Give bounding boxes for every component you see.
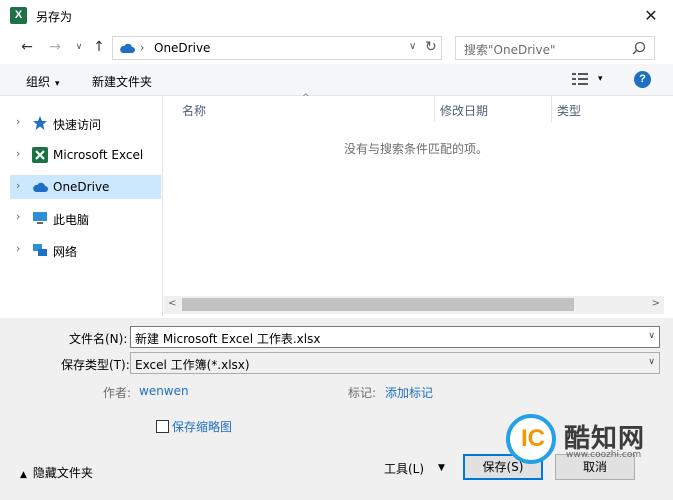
scroll-left-icon[interactable]: < [168,298,176,309]
chevron-up-icon: ▲ [20,470,27,480]
filetype-select[interactable]: Excel 工作簿(*.xlsx) ∨ [130,352,660,374]
recent-locations-icon[interactable]: ∨ [70,38,88,56]
excel-app-icon: X [10,7,27,24]
sidebar-item-onedrive[interactable]: › OneDrive [10,175,161,199]
forward-arrow-icon[interactable]: → [46,38,64,56]
back-arrow-icon[interactable]: ← [18,38,36,56]
add-tags-link[interactable]: 添加标记 [385,384,433,401]
empty-results-message: 没有与搜索条件匹配的项。 [344,142,489,156]
author-label: 作者: [103,386,132,400]
sidebar-item-label: OneDrive [53,180,110,194]
filetype-label: 保存类型(T): [61,358,130,372]
filename-input[interactable]: 新建 Microsoft Excel 工作表.xlsx [135,330,320,347]
author-value[interactable]: wenwen [139,384,189,398]
watermark-mark: IC [521,425,545,452]
address-location[interactable]: OneDrive [154,41,210,55]
network-icon [33,244,47,256]
chevron-right-icon[interactable]: › [16,242,20,255]
sidebar-item-label: 网络 [53,245,78,259]
computer-icon [33,212,47,224]
tools-button[interactable]: 工具(L) [384,460,424,477]
sidebar-item-label: Microsoft Excel [53,148,144,162]
star-icon [33,116,47,130]
chevron-right-icon[interactable]: › [16,147,20,160]
sidebar-item-network[interactable]: › 网络 [10,238,161,262]
up-arrow-icon[interactable]: ↑ [90,38,108,56]
navigation-pane: › 快速访问 › Microsoft Excel › OneDrive › 此电… [10,96,163,316]
sidebar-item-label: 快速访问 [53,118,102,132]
title-bar: X 另存为 ✕ [0,0,673,32]
view-options-icon[interactable] [572,72,588,86]
column-header-type[interactable]: 类型 [557,102,581,119]
search-box[interactable]: 搜索"OneDrive" [455,36,655,60]
chevron-right-icon[interactable]: › [16,210,20,223]
organize-button[interactable]: 组织 ▾ [26,73,60,90]
help-icon[interactable]: ? [634,71,651,88]
chevron-right-icon[interactable]: › [16,115,20,128]
new-folder-button[interactable]: 新建文件夹 [92,73,152,90]
save-thumbnail-checkbox[interactable] [156,420,169,433]
tools-dropdown-icon[interactable]: ▼ [438,463,445,473]
chevron-right-icon[interactable]: › [16,179,20,192]
cloud-icon [33,182,48,192]
hide-folders-label: 隐藏文件夹 [32,466,93,480]
watermark-logo-icon: IC [506,414,556,464]
watermark: IC 酷知网 www.coozhi.com [496,404,673,500]
scrollbar-thumb[interactable] [182,298,574,311]
horizontal-scrollbar[interactable]: < > [164,296,664,314]
close-button[interactable]: ✕ [639,4,663,28]
chevron-down-icon[interactable]: ∨ [648,331,655,341]
scroll-right-icon[interactable]: > [652,298,660,309]
sidebar-item-microsoft-excel[interactable]: › Microsoft Excel [10,143,161,167]
filetype-value: Excel 工作簿(*.xlsx) [135,358,250,372]
address-separator: › [140,41,145,54]
column-header-name[interactable]: 名称 [182,102,206,119]
chevron-down-icon[interactable]: ∨ [648,357,655,367]
command-toolbar: 组织 ▾ 新建文件夹 ▾ ? [0,64,673,96]
tags-label: 标记: [348,386,377,400]
column-divider[interactable] [434,96,435,122]
watermark-url: www.coozhi.com [566,450,642,460]
cloud-icon [120,43,135,53]
filename-label: 文件名(N): [69,332,128,346]
sidebar-item-quick-access[interactable]: › 快速访问 [10,111,161,135]
save-thumbnail-label[interactable]: 保存缩略图 [172,418,232,435]
column-header-date-modified[interactable]: 修改日期 [440,102,488,119]
navigation-bar: ← → ∨ ↑ › OneDrive ∨ ↻ 搜索"OneDrive" [0,32,673,64]
filename-field[interactable]: 新建 Microsoft Excel 工作表.xlsx ∨ [130,326,660,348]
file-list-pane: ^ 名称 修改日期 类型 没有与搜索条件匹配的项。 [164,93,664,316]
window-title: 另存为 [36,10,73,24]
excel-icon [32,147,48,163]
refresh-icon[interactable]: ↻ [425,39,437,55]
search-input[interactable]: 搜索"OneDrive" [464,41,555,58]
sort-ascending-icon: ^ [302,93,310,103]
column-divider[interactable] [551,96,552,122]
vertical-scrollbar[interactable] [648,96,664,296]
chevron-down-icon: ▾ [55,79,60,89]
address-dropdown-icon[interactable]: ∨ [409,41,416,52]
organize-label: 组织 [26,75,51,89]
search-icon[interactable] [632,41,646,55]
hide-folders-button[interactable]: ▲ 隐藏文件夹 [20,464,93,481]
address-bar[interactable]: › OneDrive ∨ ↻ [112,36,442,60]
view-options-dropdown-icon[interactable]: ▾ [598,74,603,84]
sidebar-item-this-pc[interactable]: › 此电脑 [10,206,161,230]
sidebar-item-label: 此电脑 [53,213,90,227]
